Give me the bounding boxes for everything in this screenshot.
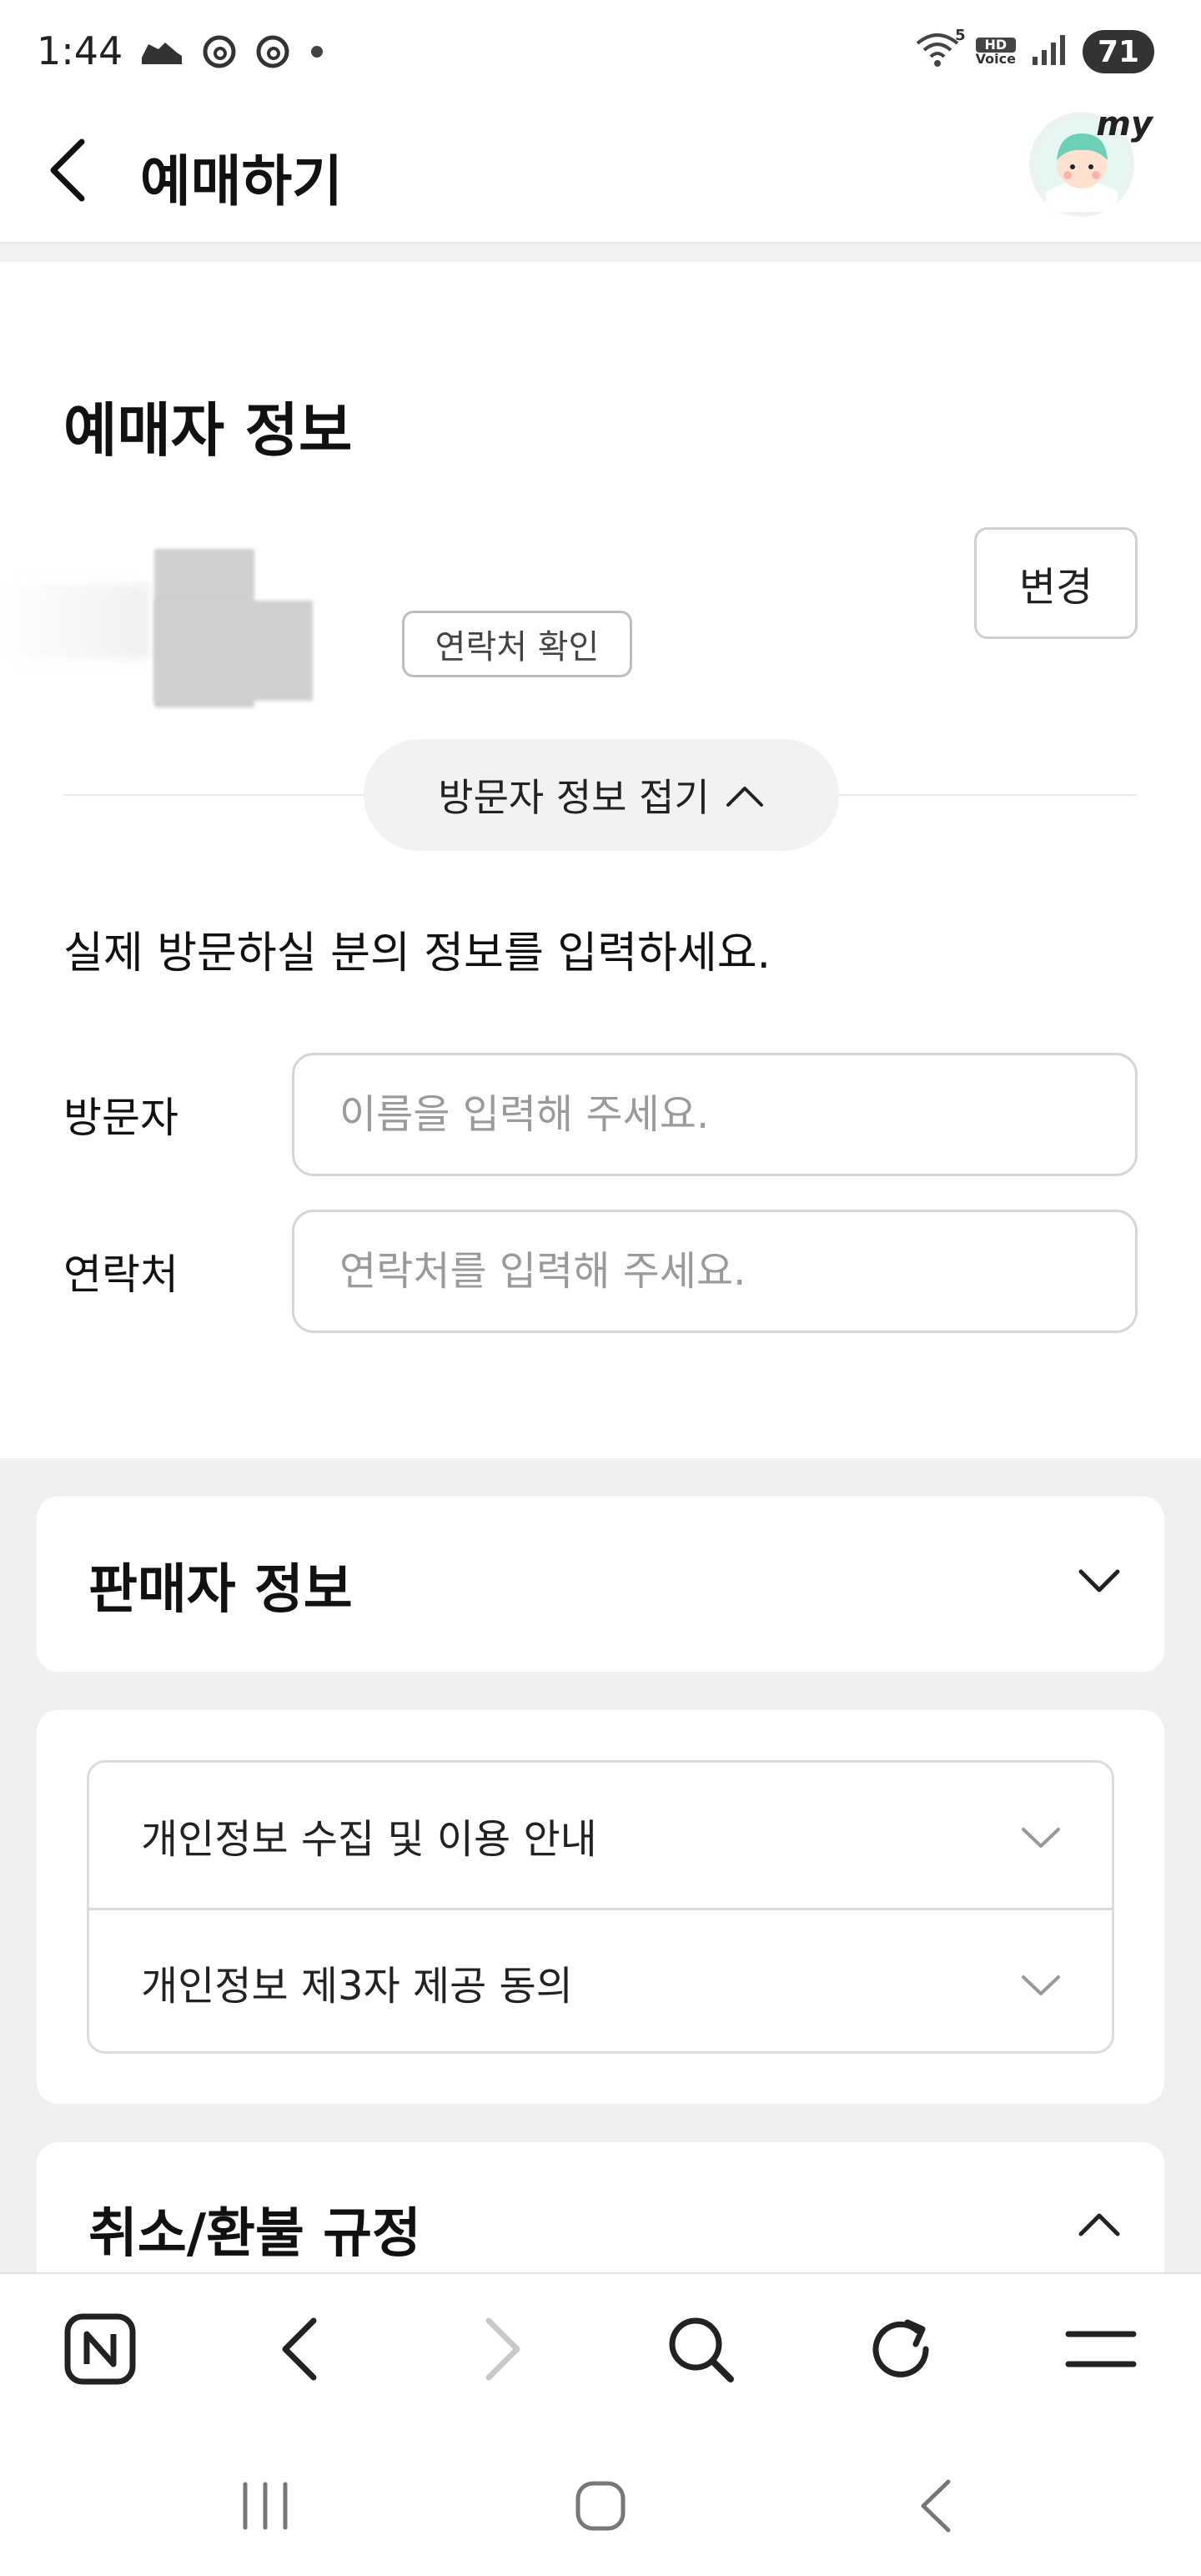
info-cards-area: 판매자 정보 개인정보 수집 및 이용 안내 개인정보 제3자 제공 동의 취소… bbox=[0, 1458, 1201, 2309]
status-bar: 1:44 5 HD Voice 71 bbox=[0, 0, 1201, 100]
system-status-icons: 5 HD Voice 71 bbox=[914, 27, 1154, 73]
visitor-info-collapse-button[interactable]: 방문자 정보 접기 bbox=[364, 739, 839, 851]
page-title: 예매하기 bbox=[140, 149, 343, 214]
consent-list: 개인정보 수집 및 이용 안내 개인정보 제3자 제공 동의 bbox=[87, 1760, 1114, 2054]
consent-item-third-party[interactable]: 개인정보 제3자 제공 동의 bbox=[89, 1908, 1112, 2051]
app-header: 예매하기 my bbox=[0, 100, 1201, 242]
system-back-button[interactable] bbox=[894, 2473, 977, 2539]
chevron-left-icon bbox=[45, 137, 92, 207]
voice-label: Voice bbox=[975, 51, 1016, 67]
refund-policy-title: 취소/환불 규정 bbox=[88, 2203, 421, 2265]
consent-item-privacy-collection[interactable]: 개인정보 수집 및 이용 안내 bbox=[89, 1763, 1112, 1908]
chevron-down-icon bbox=[1020, 1814, 1062, 1861]
consent-label: 개인정보 수집 및 이용 안내 bbox=[141, 1816, 597, 1863]
browser-back-button[interactable] bbox=[259, 2307, 342, 2391]
sneaker-icon bbox=[140, 38, 183, 69]
visitor-phone-label: 연락처 bbox=[63, 1250, 178, 1299]
threads-icon bbox=[255, 33, 290, 73]
battery-indicator: 71 bbox=[1083, 30, 1154, 73]
status-time: 1:44 bbox=[37, 28, 123, 73]
home-icon bbox=[575, 2481, 626, 2531]
avatar-my-label: my bbox=[1096, 105, 1153, 143]
header-divider bbox=[0, 242, 1201, 262]
seller-info-title: 판매자 정보 bbox=[88, 1559, 353, 1621]
search-icon bbox=[669, 2317, 734, 2382]
hd-voice-icon: HD Voice bbox=[975, 38, 1016, 67]
back-button[interactable] bbox=[45, 130, 112, 214]
visitor-name-label: 방문자 bbox=[63, 1094, 178, 1142]
naver-home-icon bbox=[64, 2313, 136, 2385]
visitor-phone-input[interactable] bbox=[292, 1210, 1138, 1333]
threads-icon bbox=[202, 33, 237, 73]
browser-search-button[interactable] bbox=[659, 2307, 742, 2391]
signal-icon bbox=[1031, 33, 1068, 70]
menu-icon bbox=[1065, 2331, 1137, 2367]
visitor-name-input[interactable] bbox=[292, 1053, 1138, 1176]
seller-info-card[interactable]: 판매자 정보 bbox=[37, 1497, 1164, 1672]
booker-info-title: 예매자 정보 bbox=[63, 396, 353, 465]
chevron-up-icon bbox=[725, 772, 765, 818]
my-avatar-button[interactable]: my bbox=[1029, 105, 1153, 217]
visitor-instruction: 실제 방문하실 분의 정보를 입력하세요. bbox=[63, 928, 771, 979]
home-button[interactable] bbox=[559, 2473, 642, 2539]
dot-icon bbox=[309, 43, 325, 63]
chevron-down-icon bbox=[1078, 1567, 1121, 1598]
naver-home-button[interactable] bbox=[58, 2307, 142, 2391]
consent-card: 개인정보 수집 및 이용 안내 개인정보 제3자 제공 동의 bbox=[37, 1710, 1164, 2104]
wifi-icon: 5 bbox=[914, 27, 966, 72]
contact-verify-badge[interactable]: 연락처 확인 bbox=[402, 611, 632, 677]
redacted-area bbox=[0, 584, 150, 659]
browser-menu-button[interactable] bbox=[1059, 2307, 1143, 2391]
redacted-area bbox=[154, 601, 313, 701]
browser-refresh-button[interactable] bbox=[859, 2307, 942, 2391]
redacted-booker-details bbox=[0, 534, 317, 709]
back-icon bbox=[921, 2479, 951, 2533]
chevron-down-icon bbox=[1020, 1962, 1062, 2009]
back-icon bbox=[282, 2317, 317, 2381]
notification-icons bbox=[140, 33, 325, 73]
forward-icon bbox=[485, 2317, 520, 2381]
refresh-icon bbox=[872, 2319, 929, 2377]
change-button[interactable]: 변경 bbox=[974, 527, 1138, 639]
visitor-toggle-label: 방문자 정보 접기 bbox=[438, 775, 710, 820]
consent-label: 개인정보 제3자 제공 동의 bbox=[141, 1962, 573, 2010]
system-navigation-bar bbox=[0, 2428, 1201, 2576]
network-label: 5 bbox=[955, 27, 966, 44]
browser-forward-button[interactable] bbox=[460, 2307, 544, 2391]
recents-icon bbox=[243, 2482, 288, 2530]
browser-toolbar bbox=[0, 2272, 1201, 2428]
recents-button[interactable] bbox=[224, 2473, 307, 2539]
chevron-up-icon bbox=[1078, 2211, 1121, 2242]
